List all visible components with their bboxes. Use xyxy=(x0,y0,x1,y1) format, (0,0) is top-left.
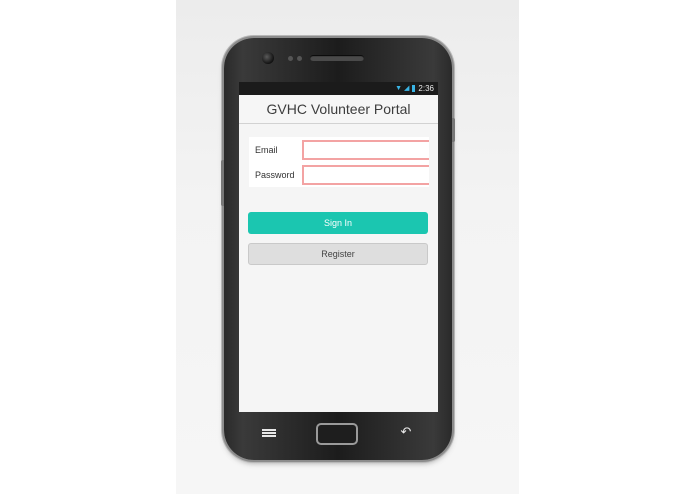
sign-in-button[interactable]: Sign In xyxy=(248,212,428,234)
power-key[interactable] xyxy=(452,118,455,142)
email-row: Email xyxy=(249,137,429,162)
menu-key-icon[interactable] xyxy=(262,429,276,437)
status-bar: ▼ ◢ 2:36 xyxy=(239,82,438,95)
front-camera-icon xyxy=(262,52,274,64)
register-button[interactable]: Register xyxy=(248,243,428,265)
wifi-icon: ▼ xyxy=(395,84,403,92)
battery-icon xyxy=(412,85,416,92)
volume-key[interactable] xyxy=(221,160,224,206)
earpiece-speaker xyxy=(310,55,364,61)
status-time: 2:36 xyxy=(418,84,434,93)
title-bar: GVHC Volunteer Portal xyxy=(239,95,438,124)
email-label: Email xyxy=(255,144,278,155)
login-form: Email Password xyxy=(249,137,429,187)
page-title: GVHC Volunteer Portal xyxy=(266,101,411,117)
sensor-icon xyxy=(297,56,302,61)
home-button[interactable] xyxy=(316,423,358,445)
back-arrow-icon[interactable]: ↶ xyxy=(398,426,414,440)
email-field[interactable] xyxy=(302,139,429,160)
password-label: Password xyxy=(255,169,295,180)
signal-icon: ◢ xyxy=(404,84,410,92)
sensor-icon xyxy=(288,56,293,61)
password-row: Password xyxy=(249,162,429,187)
phone-screen: ▼ ◢ 2:36 GVHC Volunteer Portal Email Pas… xyxy=(239,82,438,412)
password-field[interactable] xyxy=(302,164,429,185)
